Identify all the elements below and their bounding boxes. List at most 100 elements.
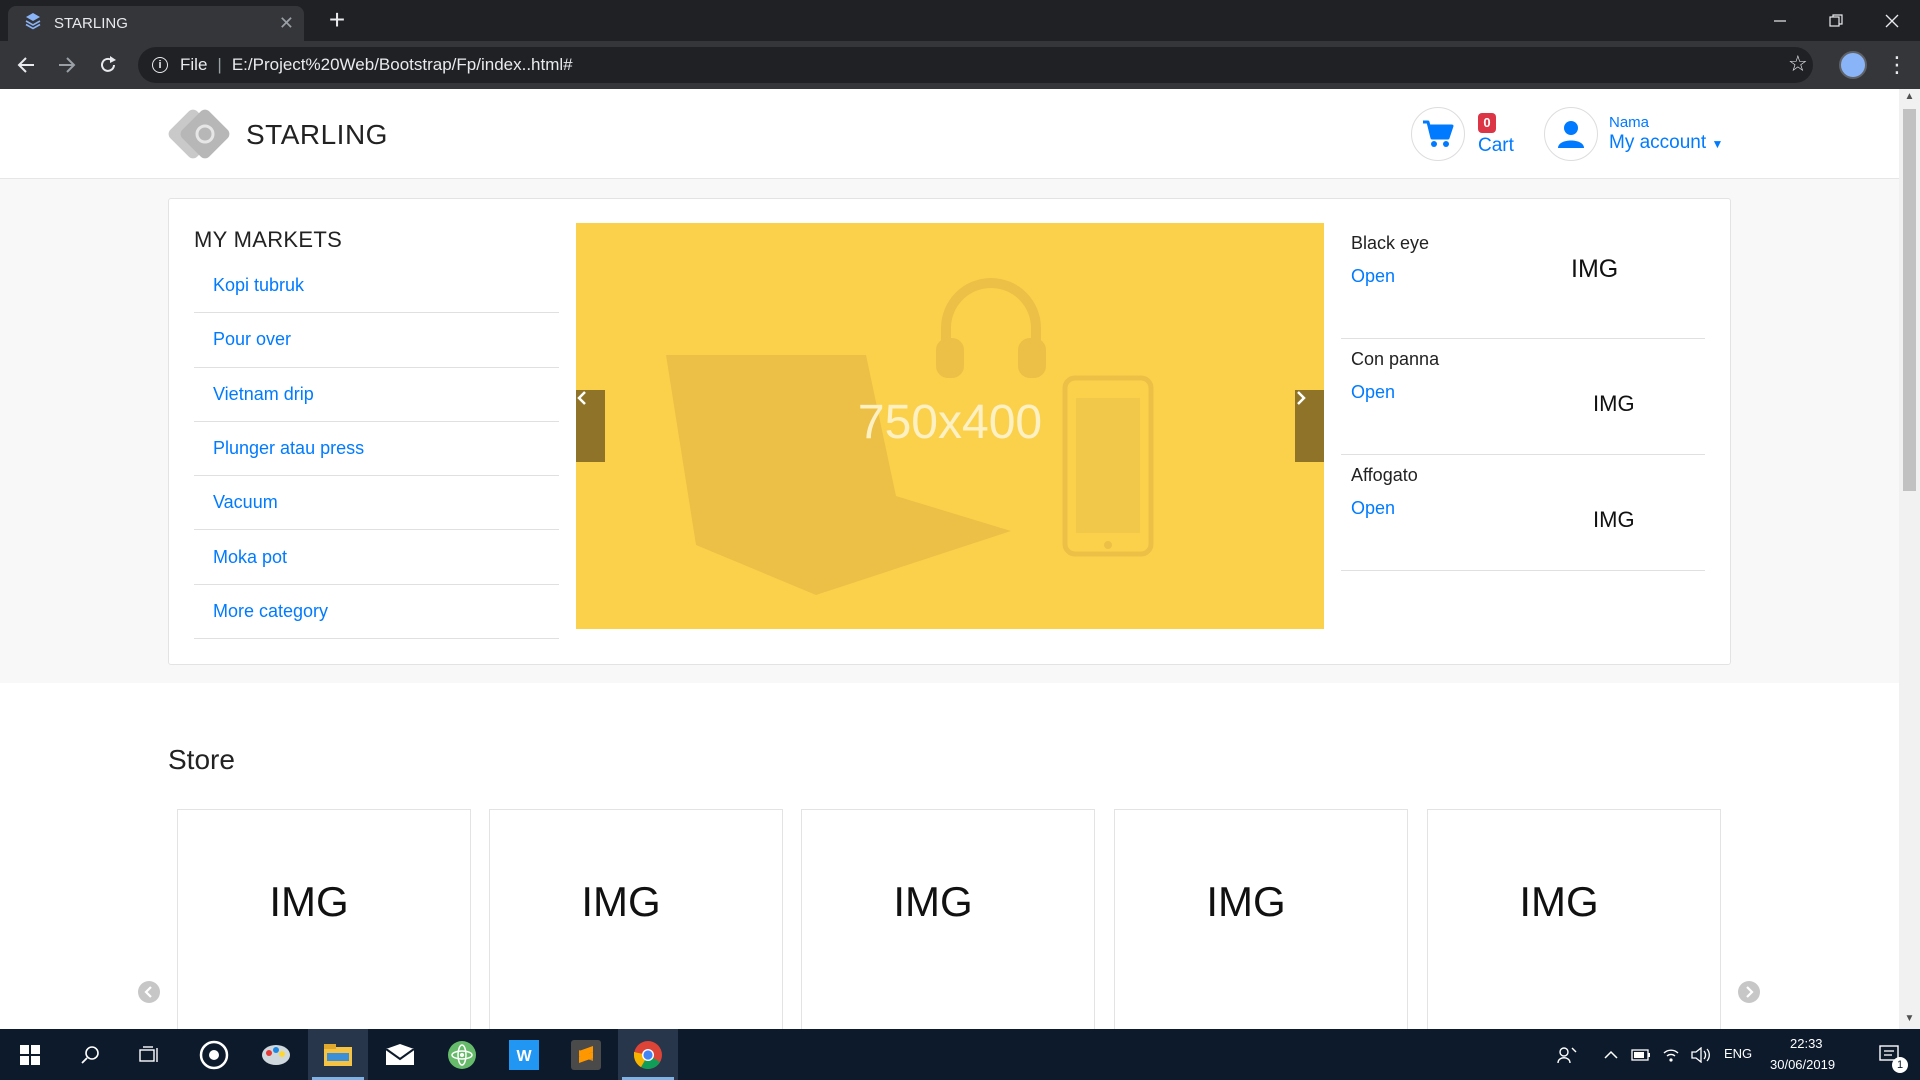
sublime-text-icon[interactable] xyxy=(556,1029,616,1080)
promo-item: Affogato Open IMG xyxy=(1341,455,1705,571)
cart-button[interactable] xyxy=(1411,107,1465,161)
chevron-left-icon xyxy=(144,986,152,998)
market-item[interactable]: More category xyxy=(194,585,559,640)
tab-title: STARLING xyxy=(54,15,128,32)
promo-open-link[interactable]: Open xyxy=(1351,382,1395,403)
word-app-icon[interactable]: W xyxy=(494,1029,554,1080)
paint-app-icon[interactable] xyxy=(246,1029,306,1080)
store-card[interactable]: IMG xyxy=(1427,809,1721,1029)
market-item[interactable]: Plunger atau press xyxy=(194,422,559,477)
notifications-icon[interactable]: 1 xyxy=(1860,1029,1920,1080)
markets-title: MY MARKETS xyxy=(194,227,343,252)
notification-count-badge: 1 xyxy=(1892,1057,1908,1073)
menu-icon[interactable]: ⋮ xyxy=(1886,51,1908,79)
cart-link[interactable]: Cart xyxy=(1478,135,1514,157)
close-icon[interactable] xyxy=(1864,0,1920,41)
clock-time[interactable]: 22:33 xyxy=(1790,1036,1823,1051)
chrome-app-icon[interactable] xyxy=(618,1029,678,1080)
chevron-left-icon xyxy=(577,391,586,405)
carousel-next-button[interactable] xyxy=(1295,390,1324,462)
volume-icon[interactable] xyxy=(1686,1029,1716,1080)
carousel-placeholder-label: 750x400 xyxy=(857,396,1043,449)
star-icon[interactable]: ☆ xyxy=(1788,51,1808,77)
atom-editor-icon[interactable] xyxy=(432,1029,492,1080)
chevron-right-icon xyxy=(1746,986,1754,998)
account-button[interactable] xyxy=(1544,107,1598,161)
mail-icon[interactable] xyxy=(370,1029,430,1080)
page-viewport: STARLING 0 Cart Nama My account ▼ MY MAR… xyxy=(0,89,1899,1029)
user-icon xyxy=(1558,121,1584,148)
store-card-image: IMG xyxy=(893,878,973,925)
store-prev-button[interactable] xyxy=(138,981,160,1003)
store-next-button[interactable] xyxy=(1738,981,1760,1003)
language-indicator[interactable]: ENG xyxy=(1724,1046,1752,1061)
market-item[interactable]: Pour over xyxy=(194,313,559,368)
address-bar[interactable]: i File | E:/Project%20Web/Bootstrap/Fp/i… xyxy=(138,47,1813,83)
reload-icon[interactable] xyxy=(94,51,122,79)
scrollbar-thumb[interactable] xyxy=(1903,109,1916,491)
url-text[interactable]: E:/Project%20Web/Bootstrap/Fp/index..htm… xyxy=(232,55,573,75)
hero-carousel[interactable]: 750x400 xyxy=(576,223,1324,629)
store-card-image: IMG xyxy=(269,878,349,925)
url-protocol: File xyxy=(180,55,208,74)
cart-count-badge: 0 xyxy=(1478,113,1496,133)
forward-icon[interactable] xyxy=(53,51,81,79)
store-card[interactable]: IMG xyxy=(801,809,1095,1029)
browser-tab-strip: STARLING ✕ + xyxy=(0,0,1920,41)
store-card-image: IMG xyxy=(1206,878,1286,925)
market-item[interactable]: Kopi tubruk xyxy=(194,259,559,314)
carousel-prev-button[interactable] xyxy=(576,390,605,462)
caret-down-icon: ▼ xyxy=(1711,137,1724,151)
wifi-icon[interactable] xyxy=(1656,1029,1686,1080)
store-card-image: IMG xyxy=(581,878,661,925)
browser-toolbar: i File | E:/Project%20Web/Bootstrap/Fp/i… xyxy=(0,41,1920,89)
info-icon[interactable]: i xyxy=(152,57,168,73)
account-name: Nama xyxy=(1609,114,1650,131)
browser-tab[interactable]: STARLING ✕ xyxy=(8,6,304,41)
market-list: Kopi tubruk Pour over Vietnam drip Plung… xyxy=(194,259,559,640)
site-header: STARLING 0 Cart Nama My account ▼ xyxy=(0,89,1899,179)
my-account-label: My account xyxy=(1609,132,1707,153)
task-view-icon[interactable] xyxy=(120,1029,180,1080)
store-card[interactable]: IMG xyxy=(489,809,783,1029)
market-item[interactable]: Moka pot xyxy=(194,530,559,585)
promo-list: Black eye Open IMG Con panna Open IMG Af… xyxy=(1341,223,1705,571)
store-card[interactable]: IMG xyxy=(177,809,471,1029)
store-card[interactable]: IMG xyxy=(1114,809,1408,1029)
market-item[interactable]: Vietnam drip xyxy=(194,368,559,422)
tab-close-icon[interactable]: ✕ xyxy=(279,13,294,34)
promo-image: IMG xyxy=(1593,391,1635,416)
brand-name[interactable]: STARLING xyxy=(246,119,388,151)
page-scrollbar[interactable]: ▲ ▼ xyxy=(1899,89,1920,1029)
svg-text:W: W xyxy=(516,1048,532,1065)
chevron-right-icon xyxy=(1297,391,1306,405)
minimize-icon[interactable] xyxy=(1752,0,1808,41)
site-favicon xyxy=(24,12,42,35)
scroll-up-icon[interactable]: ▲ xyxy=(1899,91,1920,107)
my-account-dropdown[interactable]: My account ▼ xyxy=(1609,132,1723,154)
promo-name: Con panna xyxy=(1351,349,1440,369)
battery-icon[interactable] xyxy=(1626,1029,1656,1080)
people-icon[interactable] xyxy=(1538,1029,1596,1080)
back-icon[interactable] xyxy=(12,51,40,79)
promo-open-link[interactable]: Open xyxy=(1351,266,1395,287)
restore-icon[interactable] xyxy=(1808,0,1864,41)
hero-card: MY MARKETS Kopi tubruk Pour over Vietnam… xyxy=(168,198,1731,665)
windows-start-icon[interactable] xyxy=(0,1029,60,1080)
cart-icon xyxy=(1423,120,1454,147)
scroll-down-icon[interactable]: ▼ xyxy=(1899,1013,1920,1029)
market-item[interactable]: Vacuum xyxy=(194,476,559,531)
promo-name: Affogato xyxy=(1351,465,1418,485)
url-separator: | xyxy=(217,55,222,74)
new-tab-button[interactable]: + xyxy=(318,6,356,36)
clock-date[interactable]: 30/06/2019 xyxy=(1770,1057,1835,1072)
promo-open-link[interactable]: Open xyxy=(1351,498,1395,519)
file-explorer-icon[interactable] xyxy=(308,1029,368,1080)
tray-chevron-up-icon[interactable] xyxy=(1596,1029,1626,1080)
profile-icon[interactable] xyxy=(1839,51,1867,79)
media-player-icon[interactable] xyxy=(184,1029,244,1080)
promo-image: IMG xyxy=(1571,255,1619,283)
search-icon[interactable] xyxy=(60,1029,120,1080)
promo-item: Black eye Open IMG xyxy=(1341,223,1705,339)
logo[interactable] xyxy=(168,109,230,159)
